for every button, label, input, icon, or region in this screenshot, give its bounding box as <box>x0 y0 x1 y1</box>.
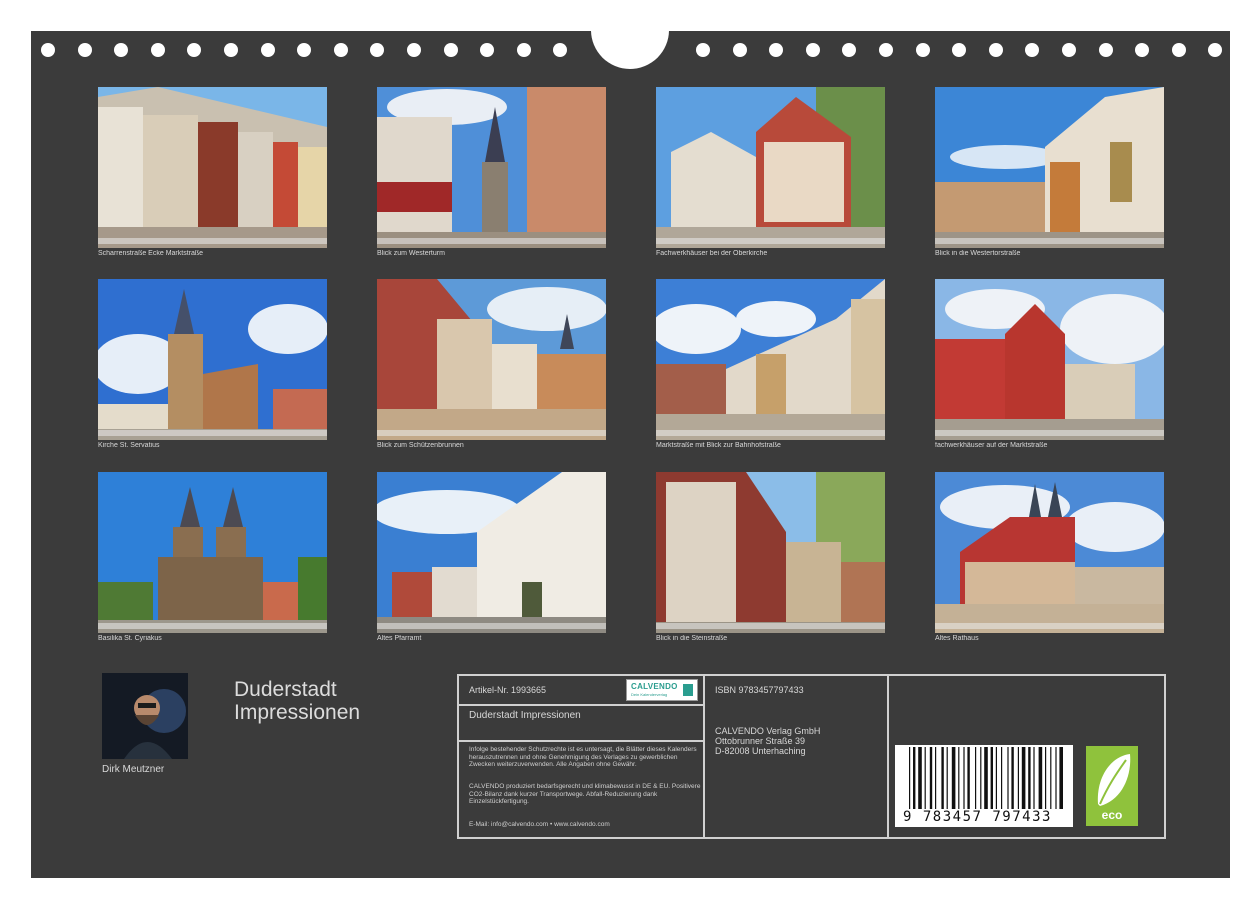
month-strip <box>935 430 1164 436</box>
calendar-back-cover: Scharrenstraße Ecke Marktstraße Blick zu… <box>31 31 1230 878</box>
photo-caption: Basilika St. Cyriakus <box>98 635 162 642</box>
legal-notice: Infolge bestehender Schutzrechte ist es … <box>469 746 697 768</box>
barcode-digits: 9 783457 797433 <box>903 809 1052 825</box>
photo-westertorstrasse <box>935 87 1164 248</box>
month-strip <box>656 430 885 436</box>
eco-badge: eco <box>1086 746 1138 826</box>
binding-hole <box>41 43 55 57</box>
binding-hole <box>297 43 312 57</box>
binding-hole <box>879 43 893 57</box>
logo-wordmark: CALVENDO <box>631 682 678 691</box>
binding-hole <box>1025 43 1040 57</box>
logo-mark-icon <box>683 684 693 696</box>
binding-hole <box>1135 43 1150 57</box>
binding-hole <box>407 43 421 57</box>
binding-hole <box>988 43 1003 57</box>
calvendo-logo: CALVENDO Dein Kalenderverlag <box>626 679 698 701</box>
photo-caption: Marktstraße mit Blick zur Bahnhofstraße <box>656 442 781 449</box>
photo-caption: fachwerkhäuser auf der Marktstraße <box>935 442 1048 449</box>
month-strip <box>377 623 606 629</box>
hanger-notch <box>591 31 669 69</box>
binding-hole <box>516 43 531 57</box>
month-strip <box>377 430 606 436</box>
photo-caption: Blick in die Westertorstraße <box>935 250 1021 257</box>
photo-caption: Kirche St. Servatius <box>98 442 160 449</box>
author-name: Dirk Meutzner <box>102 764 165 775</box>
calendar-title: Duderstadt Impressionen <box>234 678 360 724</box>
photo-caption: Blick in die Steinstraße <box>656 635 728 642</box>
contact-line: E-Mail: info@calvendo.com • www.calvendo… <box>469 821 610 828</box>
binding-hole <box>480 43 495 57</box>
binding-hole <box>187 43 202 57</box>
binding-hole <box>842 43 857 57</box>
binding-hole <box>77 43 92 57</box>
photo-westerturm <box>377 87 606 248</box>
binding-hole <box>553 43 568 57</box>
product-title: Duderstadt Impressionen <box>469 710 581 721</box>
binding-hole <box>696 43 710 57</box>
month-strip <box>377 238 606 244</box>
photo-fachwerk-marktstrasse <box>935 279 1164 440</box>
binding-hole <box>443 43 458 57</box>
photo-st-cyriakus <box>98 472 327 633</box>
month-strip <box>656 238 885 244</box>
binding-hole <box>915 43 930 57</box>
photo-caption: Blick zum Schützenbrunnen <box>377 442 464 449</box>
photo-caption: Altes Rathaus <box>935 635 979 642</box>
photo-st-servatius <box>98 279 327 440</box>
binding-hole <box>732 43 747 57</box>
binding-hole <box>1098 43 1113 57</box>
photo-oberkirche <box>656 87 885 248</box>
binding-hole <box>952 43 967 57</box>
photo-schuetzenbrunnen <box>377 279 606 440</box>
photo-caption: Blick zum Westerturm <box>377 250 445 257</box>
info-middle-column: ISBN 9783457797433 CALVENDO Verlag GmbH … <box>705 676 889 837</box>
photo-steinstrasse <box>656 472 885 633</box>
binding-hole <box>805 43 820 57</box>
title-line-2: Impressionen <box>234 701 361 724</box>
month-strip <box>98 430 327 436</box>
info-left-column: Artikel-Nr. 1993665 CALVENDO Dein Kalend… <box>459 676 705 837</box>
binding-hole <box>333 43 348 57</box>
binding-hole <box>1171 43 1186 57</box>
binding-hole <box>1208 43 1223 57</box>
binding-hole <box>114 43 129 57</box>
author-portrait <box>102 673 188 759</box>
product-info-box: Artikel-Nr. 1993665 CALVENDO Dein Kalend… <box>457 674 1166 839</box>
binding-hole <box>370 43 385 57</box>
month-strip <box>98 238 327 244</box>
photo-caption: Scharrenstraße Ecke Marktstraße <box>98 250 204 257</box>
publisher-street: Ottobrunner Straße 39 <box>715 736 806 746</box>
month-strip <box>98 623 327 629</box>
eco-label: eco <box>1101 808 1123 822</box>
month-strip <box>935 623 1164 629</box>
binding-hole <box>224 43 238 57</box>
photo-caption: Fachwerkhäuser bei der Oberkirche <box>656 250 768 257</box>
photo-marktstrasse-bahnhofstrasse <box>656 279 885 440</box>
photo-caption: Altes Pfarramt <box>377 635 422 642</box>
title-line-1: Duderstadt <box>234 678 337 701</box>
isbn: ISBN 9783457797433 <box>715 685 804 695</box>
publisher-name: CALVENDO Verlag GmbH <box>715 726 821 736</box>
photo-altes-pfarramt <box>377 472 606 633</box>
binding-hole <box>769 43 784 57</box>
photo-altes-rathaus <box>935 472 1164 633</box>
divider <box>459 704 703 706</box>
eco-notice: CALVENDO produziert bedarfsgerecht und k… <box>469 783 701 805</box>
month-strip <box>656 623 885 629</box>
binding-hole <box>260 43 275 57</box>
divider <box>459 740 703 742</box>
binding-hole <box>1062 43 1076 57</box>
article-number: Artikel-Nr. 1993665 <box>469 685 547 695</box>
logo-tagline: Dein Kalenderverlag <box>631 692 668 697</box>
month-strip <box>935 238 1164 244</box>
photo-scharrenstrasse <box>98 87 327 248</box>
publisher-city: D-82008 Unterhaching <box>715 746 806 756</box>
barcode: 9 783457 797433 <box>895 745 1073 827</box>
binding-hole <box>150 43 165 57</box>
